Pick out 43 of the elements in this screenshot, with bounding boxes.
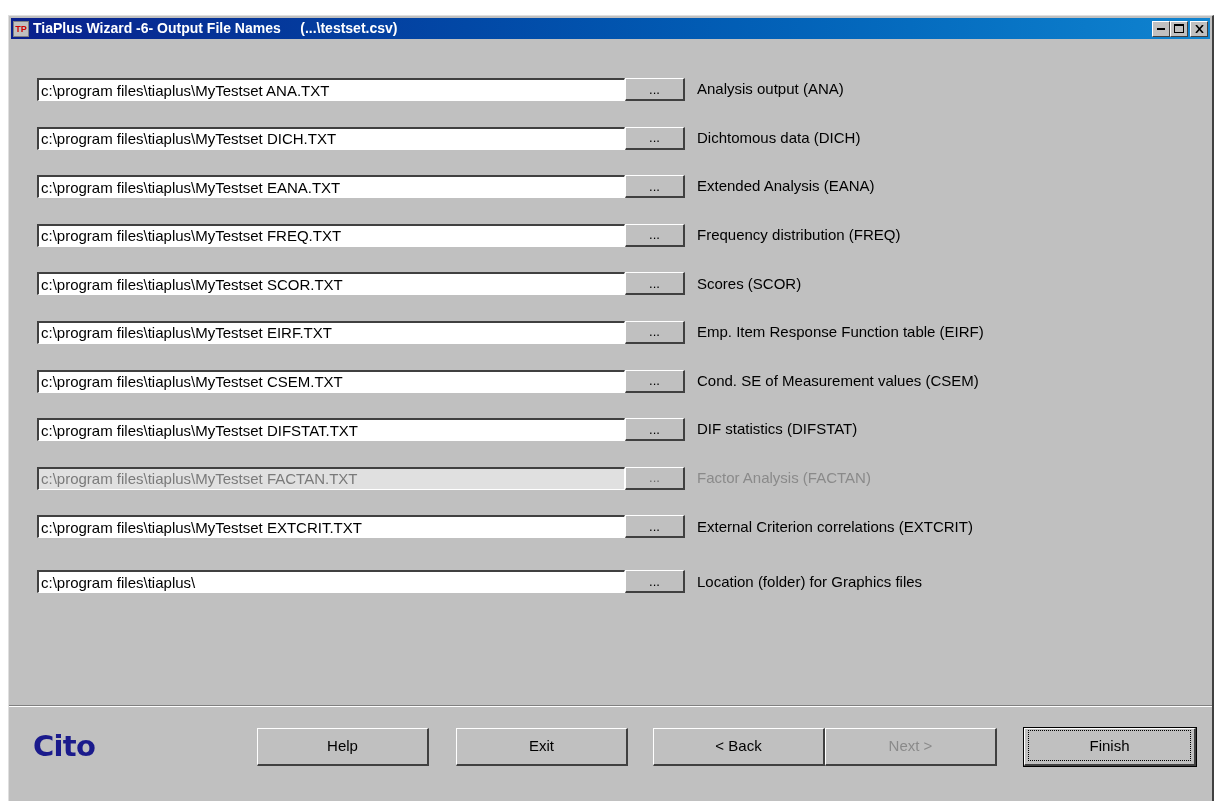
- browse-button[interactable]: ...: [625, 320, 685, 344]
- field-label: Analysis output (ANA): [697, 79, 844, 100]
- wizard-button[interactable]: Exit: [456, 728, 628, 766]
- file-path-field[interactable]: c:\program files\tiaplus\MyTestset EANA.TXT: [37, 175, 625, 199]
- browse-button[interactable]: ...: [625, 272, 685, 296]
- field-label: Scores (SCOR): [697, 273, 802, 294]
- field-label: DIF statistics (DIFSTAT): [697, 419, 858, 440]
- browse-button[interactable]: ...: [625, 369, 685, 393]
- wizard-button[interactable]: < Back: [653, 728, 825, 766]
- field-label: External Criterion correlations (EXTCRIT): [697, 516, 973, 537]
- field-label: Location (folder) for Graphics files: [697, 571, 923, 592]
- file-path-field[interactable]: c:\program files\tiaplus\MyTestset SCOR.TXT: [37, 272, 625, 296]
- file-path-field[interactable]: c:\program files\tiaplus\MyTestset DIFSTAT.TXT: [37, 418, 625, 442]
- field-label: Extended Analysis (EANA): [697, 176, 875, 197]
- window-title: TiaPlus Wizard -6- Output File Names (...\testset.csv): [33, 19, 398, 38]
- browse-button[interactable]: ...: [625, 570, 685, 594]
- wizard-button[interactable]: Finish: [1024, 728, 1196, 766]
- field-label: Dichtomous data (DICH): [697, 127, 861, 148]
- file-path-field[interactable]: c:\program files\tiaplus\MyTestset DICH.TXT: [37, 126, 625, 150]
- close-icon: [1194, 24, 1204, 33]
- field-label: Frequency distribution (FREQ): [697, 225, 901, 246]
- wizard-button[interactable]: Help: [257, 728, 429, 766]
- browse-button[interactable]: ...: [625, 78, 685, 101]
- browse-button[interactable]: ...: [625, 418, 685, 442]
- file-path-field[interactable]: c:\program files\tiaplus\: [37, 570, 625, 594]
- file-path-field[interactable]: c:\program files\tiaplus\MyTestset ANA.TXT: [37, 78, 625, 101]
- browse-button[interactable]: ...: [625, 175, 685, 199]
- browse-button[interactable]: ...: [625, 126, 685, 150]
- app-icon: TP: [13, 20, 29, 37]
- browse-button[interactable]: ...: [625, 223, 685, 247]
- close-button[interactable]: [1190, 20, 1208, 37]
- maximize-button[interactable]: [1170, 20, 1188, 37]
- browse-button[interactable]: ...: [625, 515, 685, 539]
- file-path-field[interactable]: c:\program files\tiaplus\MyTestset EIRF.TXT: [37, 320, 625, 344]
- field-label: Emp. Item Response Function table (EIRF): [697, 322, 984, 343]
- field-label: Cond. SE of Measurement values (CSEM): [697, 370, 979, 391]
- file-path-field[interactable]: c:\program files\tiaplus\MyTestset EXTCRIT.TXT: [37, 515, 625, 539]
- file-path-field[interactable]: c:\program files\tiaplus\MyTestset FREQ.TXT: [37, 223, 625, 247]
- file-path-field[interactable]: c:\program files\tiaplus\MyTestset CSEM.TXT: [37, 369, 625, 393]
- minimize-icon: [1157, 27, 1165, 30]
- minimize-button[interactable]: [1152, 20, 1170, 37]
- maximize-icon: [1174, 24, 1184, 33]
- logo: Cito: [33, 728, 97, 766]
